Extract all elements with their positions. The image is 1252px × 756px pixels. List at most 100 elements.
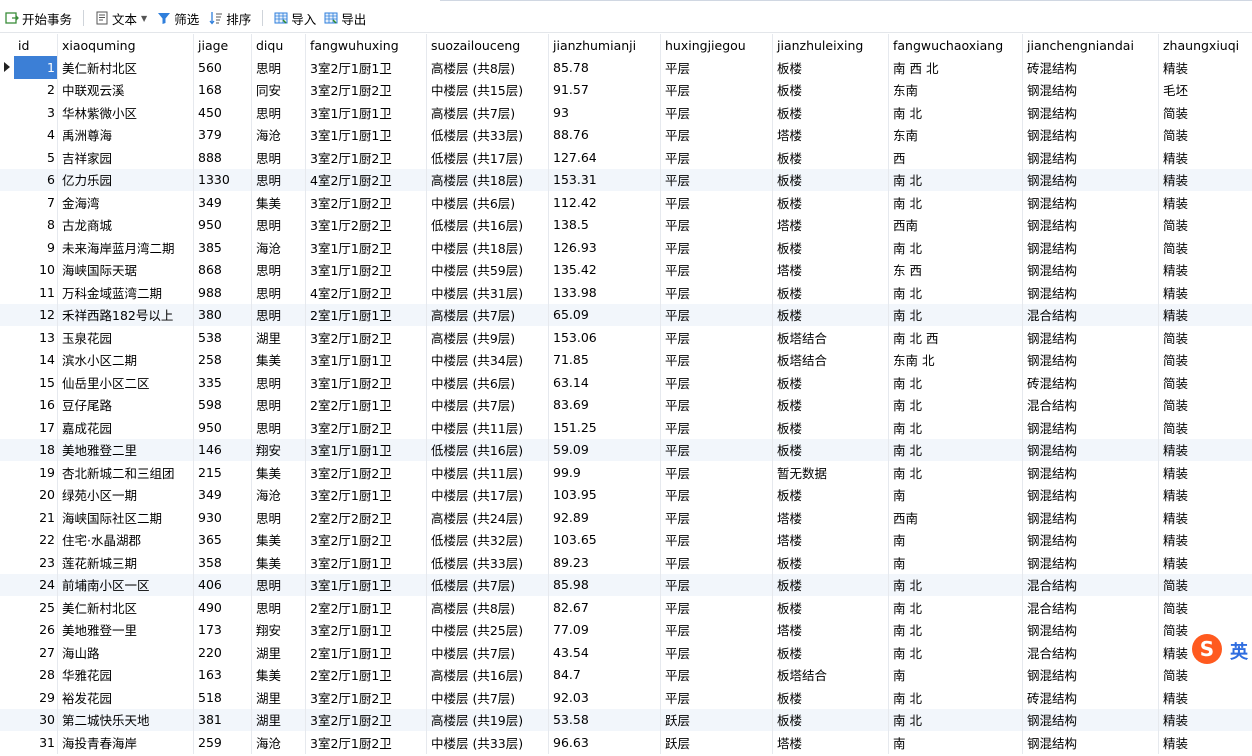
cell-jiage[interactable]: 490 <box>194 596 252 619</box>
cell-jianchengniandai[interactable]: 混合结构 <box>1023 303 1159 326</box>
cell-jianzhuleixing[interactable]: 塔楼 <box>773 213 889 236</box>
cell-zhaungxiuqi[interactable]: 精装 <box>1159 709 1252 732</box>
cell-suozailouceng[interactable]: 高楼层 (共19层) <box>427 708 549 731</box>
cell-jianzhumianji[interactable]: 127.64 <box>549 146 661 169</box>
cell-huxingjiegou[interactable]: 平层 <box>661 168 773 191</box>
cell-diqu[interactable]: 集美 <box>252 528 306 551</box>
cell-zhaungxiuqi[interactable]: 精装 <box>1159 304 1252 327</box>
cell-diqu[interactable]: 海沧 <box>252 123 306 146</box>
cell-id[interactable]: 17 <box>14 416 58 439</box>
cell-diqu[interactable]: 思明 <box>252 213 306 236</box>
table-row[interactable]: 24 前埔南小区一区 406 思明 3室1厅1厨1卫 低楼层 (共7层) 85.98 平层 板楼… <box>0 573 1252 596</box>
cell-diqu[interactable]: 思明 <box>252 573 306 596</box>
cell-xiaoquming[interactable]: 玉泉花园 <box>58 326 194 349</box>
cell-fangwuchaoxiang[interactable]: 南 北 <box>889 708 1023 731</box>
cell-jianzhumianji[interactable]: 126.93 <box>549 236 661 259</box>
column-header-fangwuchaoxiang[interactable]: fangwuchaoxiang <box>889 34 1023 56</box>
cell-fangwuhuxing[interactable]: 3室1厅1厨2卫 <box>306 371 427 394</box>
cell-fangwuhuxing[interactable]: 3室2厅1厨2卫 <box>306 416 427 439</box>
cell-xiaoquming[interactable]: 中联观云溪 <box>58 78 194 101</box>
cell-fangwuhuxing[interactable]: 3室2厅1厨1卫 <box>306 483 427 506</box>
cell-fangwuhuxing[interactable]: 3室2厅1厨2卫 <box>306 686 427 709</box>
cell-jianzhuleixing[interactable]: 板楼 <box>773 483 889 506</box>
table-row[interactable]: 11 万科金域蓝湾二期 988 思明 4室2厅1厨2卫 中楼层 (共31层) 133.98 平… <box>0 281 1252 304</box>
column-header-suozailouceng[interactable]: suozailouceng <box>427 34 549 56</box>
cell-jianzhumianji[interactable]: 91.57 <box>549 78 661 101</box>
cell-zhaungxiuqi[interactable]: 简装 <box>1159 349 1252 372</box>
cell-jianchengniandai[interactable]: 混合结构 <box>1023 573 1159 596</box>
cell-fangwuhuxing[interactable]: 3室1厅1厨1卫 <box>306 123 427 146</box>
cell-xiaoquming[interactable]: 海峡国际社区二期 <box>58 506 194 529</box>
cell-diqu[interactable]: 湖里 <box>252 326 306 349</box>
cell-xiaoquming[interactable]: 吉祥家园 <box>58 146 194 169</box>
cell-id[interactable]: 1 <box>14 56 58 79</box>
cell-suozailouceng[interactable]: 中楼层 (共6层) <box>427 371 549 394</box>
cell-jianchengniandai[interactable]: 钢混结构 <box>1023 438 1159 461</box>
cell-jianzhumianji[interactable]: 135.42 <box>549 258 661 281</box>
cell-id[interactable]: 28 <box>14 663 58 686</box>
cell-jiage[interactable]: 385 <box>194 236 252 259</box>
cell-suozailouceng[interactable]: 中楼层 (共7层) <box>427 686 549 709</box>
cell-id[interactable]: 2 <box>14 78 58 101</box>
cell-suozailouceng[interactable]: 低楼层 (共17层) <box>427 146 549 169</box>
cell-huxingjiegou[interactable]: 平层 <box>661 506 773 529</box>
column-header-fangwuhuxing[interactable]: fangwuhuxing <box>306 34 427 56</box>
cell-jianzhuleixing[interactable]: 板楼 <box>773 393 889 416</box>
cell-huxingjiegou[interactable]: 平层 <box>661 551 773 574</box>
cell-xiaoquming[interactable]: 海峡国际天琚 <box>58 258 194 281</box>
cell-jianzhuleixing[interactable]: 板楼 <box>773 78 889 101</box>
cell-diqu[interactable]: 集美 <box>252 191 306 214</box>
cell-jianzhumianji[interactable]: 153.31 <box>549 168 661 191</box>
cell-fangwuchaoxiang[interactable]: 南 北 <box>889 191 1023 214</box>
cell-zhaungxiuqi[interactable]: 精装 <box>1159 191 1252 214</box>
cell-fangwuhuxing[interactable]: 2室2厅1厨1卫 <box>306 393 427 416</box>
cell-suozailouceng[interactable]: 低楼层 (共16层) <box>427 438 549 461</box>
cell-zhaungxiuqi[interactable]: 简装 <box>1159 664 1252 687</box>
cell-jianzhuleixing[interactable]: 塔楼 <box>773 258 889 281</box>
cell-huxingjiegou[interactable]: 平层 <box>661 686 773 709</box>
cell-jiage[interactable]: 888 <box>194 146 252 169</box>
cell-xiaoquming[interactable]: 古龙商城 <box>58 213 194 236</box>
cell-id[interactable]: 21 <box>14 506 58 529</box>
table-row[interactable]: 4 禹洲尊海 379 海沧 3室1厅1厨1卫 低楼层 (共33层) 88.76 平层 塔楼 东南钢… <box>0 123 1252 146</box>
column-header-id[interactable]: id <box>14 34 58 56</box>
cell-fangwuchaoxiang[interactable]: 南 北 <box>889 438 1023 461</box>
cell-fangwuchaoxiang[interactable]: 东 西 <box>889 258 1023 281</box>
cell-jiage[interactable]: 379 <box>194 123 252 146</box>
column-header-diqu[interactable]: diqu <box>252 34 306 56</box>
cell-huxingjiegou[interactable]: 平层 <box>661 371 773 394</box>
column-header-zhaungxiuqi[interactable]: zhaungxiuqi <box>1159 34 1252 56</box>
table-row[interactable]: 30 第二城快乐天地 381 湖里 3室2厅1厨2卫 高楼层 (共19层) 53.58 跃层板… <box>0 708 1252 732</box>
cell-jianzhuleixing[interactable]: 板楼 <box>773 416 889 439</box>
cell-fangwuchaoxiang[interactable]: 南 北 <box>889 393 1023 416</box>
cell-fangwuhuxing[interactable]: 2室1厅1厨1卫 <box>306 303 427 326</box>
cell-jianchengniandai[interactable]: 钢混结构 <box>1023 483 1159 506</box>
cell-jianchengniandai[interactable]: 钢混结构 <box>1023 191 1159 214</box>
cell-diqu[interactable]: 思明 <box>252 281 306 304</box>
table-row[interactable]: 29 裕发花园 518 湖里 3室2厅1厨2卫 中楼层 (共7层) 92.03 平层 板楼南 北… <box>0 686 1252 709</box>
cell-jiage[interactable]: 950 <box>194 213 252 236</box>
cell-jianzhuleixing[interactable]: 板楼 <box>773 573 889 596</box>
cell-jianzhumianji[interactable]: 59.09 <box>549 438 661 461</box>
cell-suozailouceng[interactable]: 低楼层 (共32层) <box>427 528 549 551</box>
cell-zhaungxiuqi[interactable]: 简装 <box>1159 416 1252 439</box>
cell-suozailouceng[interactable]: 高楼层 (共24层) <box>427 506 549 529</box>
cell-jianchengniandai[interactable]: 钢混结构 <box>1023 506 1159 529</box>
cell-fangwuchaoxiang[interactable]: 东南 <box>889 123 1023 146</box>
cell-zhaungxiuqi[interactable]: 简装 <box>1159 236 1252 259</box>
cell-fangwuhuxing[interactable]: 3室1厅2厨2卫 <box>306 213 427 236</box>
cell-jianzhuleixing[interactable]: 板楼 <box>773 191 889 214</box>
cell-suozailouceng[interactable]: 高楼层 (共7层) <box>427 303 549 326</box>
cell-jianzhuleixing[interactable]: 塔楼 <box>773 528 889 551</box>
cell-id[interactable]: 31 <box>14 731 58 754</box>
cell-jianzhumianji[interactable]: 103.65 <box>549 528 661 551</box>
cell-jianzhumianji[interactable]: 77.09 <box>549 618 661 641</box>
cell-jiage[interactable]: 146 <box>194 438 252 461</box>
cell-suozailouceng[interactable]: 高楼层 (共9层) <box>427 326 549 349</box>
cell-id[interactable]: 30 <box>14 708 58 731</box>
cell-zhaungxiuqi[interactable]: 简装 <box>1159 371 1252 394</box>
cell-fangwuhuxing[interactable]: 3室2厅1厨2卫 <box>306 528 427 551</box>
cell-fangwuhuxing[interactable]: 3室2厅1厨1卫 <box>306 56 427 79</box>
cell-id[interactable]: 22 <box>14 528 58 551</box>
cell-fangwuchaoxiang[interactable]: 南 北 <box>889 168 1023 191</box>
